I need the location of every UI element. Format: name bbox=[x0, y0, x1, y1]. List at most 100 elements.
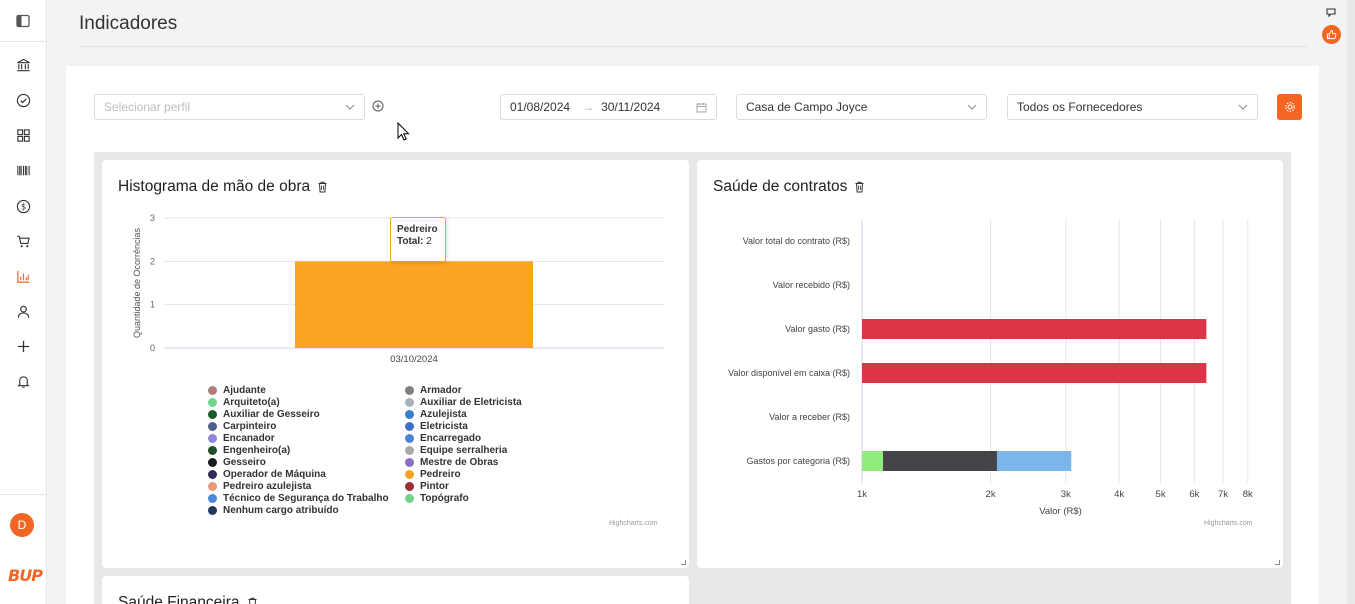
bar bbox=[862, 363, 1207, 383]
nav-bank[interactable] bbox=[0, 53, 46, 77]
scrollbar-track[interactable] bbox=[1347, 0, 1355, 604]
trash-icon[interactable] bbox=[247, 597, 258, 604]
date-range-picker[interactable]: 01/08/2024 → 30/11/2024 bbox=[500, 94, 717, 120]
date-end[interactable]: 30/11/2024 bbox=[601, 100, 660, 114]
add-profile-icon[interactable] bbox=[372, 100, 384, 112]
legend-item[interactable]: Gesseiro bbox=[208, 456, 405, 468]
legend-item[interactable]: Topógrafo bbox=[405, 492, 565, 504]
user-icon bbox=[17, 305, 29, 318]
grid-icon bbox=[16, 128, 30, 142]
thumbs-up-icon bbox=[1326, 29, 1337, 40]
nav-notifications[interactable] bbox=[0, 369, 46, 393]
x-tick-label: 2k bbox=[986, 489, 996, 500]
legend-item[interactable]: Técnico de Segurança do Trabalho bbox=[208, 492, 405, 504]
nav-indicators[interactable] bbox=[0, 264, 46, 288]
y-tick-label: Valor gasto (R$) bbox=[785, 324, 850, 334]
logo: BUP bbox=[8, 566, 43, 585]
legend-marker bbox=[405, 385, 414, 395]
legend-marker bbox=[208, 481, 217, 491]
tooltip-total-value: 2 bbox=[426, 236, 432, 247]
sidebar-divider bbox=[0, 494, 46, 495]
nav-dashboard[interactable] bbox=[0, 123, 46, 147]
nav-finance[interactable]: $ bbox=[0, 194, 46, 218]
x-tick-label: 03/10/2024 bbox=[390, 354, 438, 365]
nav-tasks[interactable] bbox=[0, 88, 46, 112]
trash-icon[interactable] bbox=[854, 181, 865, 193]
legend-item[interactable]: Auxiliar de Gesseiro bbox=[208, 408, 405, 420]
nav-add[interactable] bbox=[0, 334, 46, 358]
legend-item[interactable]: Arquiteto(a) bbox=[208, 396, 405, 408]
histogram-card-header: Histograma de mão de obra bbox=[118, 178, 328, 196]
x-tick-label: 1k bbox=[857, 489, 867, 500]
legend-label: Arquiteto(a) bbox=[223, 396, 280, 408]
bar-chart-icon bbox=[16, 270, 29, 283]
legend-item[interactable]: Ajudante bbox=[208, 384, 405, 396]
like-button[interactable] bbox=[1322, 25, 1341, 44]
legend-marker bbox=[208, 469, 217, 479]
nav-users[interactable] bbox=[0, 299, 46, 323]
legend-item[interactable]: Azulejista bbox=[405, 408, 565, 420]
legend-item[interactable]: Operador de Máquina bbox=[208, 468, 405, 480]
sidebar-toggle-button[interactable] bbox=[0, 0, 46, 42]
y-tick-label: 3 bbox=[150, 213, 155, 223]
legend-item[interactable]: Auxiliar de Eletricista bbox=[405, 396, 565, 408]
y-axis-title: Quantidade de Ocorrências bbox=[132, 227, 142, 338]
legend-label: Eletricista bbox=[420, 420, 468, 432]
project-select[interactable]: Casa de Campo Joyce bbox=[736, 94, 987, 120]
legend-label: Topógrafo bbox=[420, 492, 469, 504]
y-tick-label: 2 bbox=[150, 256, 155, 266]
legend-item[interactable]: Pedreiro azulejista bbox=[208, 480, 405, 492]
legend-item[interactable]: Engenheiro(a) bbox=[208, 444, 405, 456]
legend-item[interactable]: Carpinteiro bbox=[208, 420, 405, 432]
x-tick-label: 7k bbox=[1218, 489, 1228, 500]
legend-item[interactable]: Equipe serralheria bbox=[405, 444, 565, 456]
avatar[interactable]: D bbox=[10, 513, 34, 537]
tooltip-label: Pedreiro bbox=[397, 224, 438, 235]
tooltip-total-label: Total: bbox=[397, 236, 424, 247]
y-tick-label: Valor recebido (R$) bbox=[773, 280, 850, 290]
legend-item[interactable]: Encarregado bbox=[405, 432, 565, 444]
settings-button[interactable] bbox=[1277, 94, 1302, 120]
legend-marker bbox=[208, 433, 217, 443]
legend-label: Azulejista bbox=[420, 408, 467, 420]
nav-purchases[interactable] bbox=[0, 229, 46, 253]
plus-icon bbox=[17, 340, 29, 352]
nav-inventory[interactable] bbox=[0, 158, 46, 182]
x-tick-label: 5k bbox=[1156, 489, 1166, 500]
legend-item[interactable]: Encanador bbox=[208, 432, 405, 444]
legend-item[interactable]: Eletricista bbox=[405, 420, 565, 432]
legend-item[interactable]: Nenhum cargo atribuído bbox=[208, 504, 405, 516]
chart-credits[interactable]: Highcharts.com bbox=[1204, 520, 1253, 527]
mouse-cursor-icon bbox=[397, 122, 410, 141]
profile-select[interactable]: Selecionar perfil bbox=[94, 94, 365, 120]
chart-legend: Ajudante Armador Arquiteto(a) Auxiliar de E… bbox=[208, 384, 568, 516]
legend-item[interactable]: Pedreiro bbox=[405, 468, 565, 480]
profile-select-placeholder: Selecionar perfil bbox=[104, 100, 191, 114]
sidebar: $ D BUP bbox=[0, 0, 47, 604]
gear-icon bbox=[1284, 102, 1295, 112]
chevron-down-icon bbox=[967, 104, 977, 110]
legend-label: Operador de Máquina bbox=[223, 468, 326, 480]
legend-item[interactable]: Mestre de Obras bbox=[405, 456, 565, 468]
cart-icon bbox=[16, 235, 30, 247]
date-start[interactable]: 01/08/2024 bbox=[510, 100, 570, 114]
legend-label: Pintor bbox=[420, 480, 449, 492]
check-circle-icon bbox=[16, 93, 30, 107]
trash-icon[interactable] bbox=[317, 181, 328, 193]
legend-label: Pedreiro azulejista bbox=[223, 480, 312, 492]
legend-marker bbox=[208, 457, 217, 467]
legend-label: Auxiliar de Eletricista bbox=[420, 396, 522, 408]
stacked-bar-segment bbox=[862, 451, 884, 471]
contracts-title: Saúde de contratos bbox=[713, 178, 848, 195]
chart-credits[interactable]: Highcharts.com bbox=[609, 520, 658, 527]
resize-handle[interactable] bbox=[681, 560, 686, 565]
feedback-icon[interactable] bbox=[1325, 7, 1337, 19]
legend-label: Gesseiro bbox=[223, 456, 266, 468]
panel-toggle-icon bbox=[16, 14, 30, 27]
supplier-select[interactable]: Todos os Fornecedores bbox=[1007, 94, 1258, 120]
legend-marker bbox=[405, 445, 414, 455]
legend-item[interactable]: Pintor bbox=[405, 480, 565, 492]
page-title: Indicadores bbox=[79, 13, 178, 34]
legend-item[interactable]: Armador bbox=[405, 384, 565, 396]
resize-handle[interactable] bbox=[1275, 560, 1280, 565]
